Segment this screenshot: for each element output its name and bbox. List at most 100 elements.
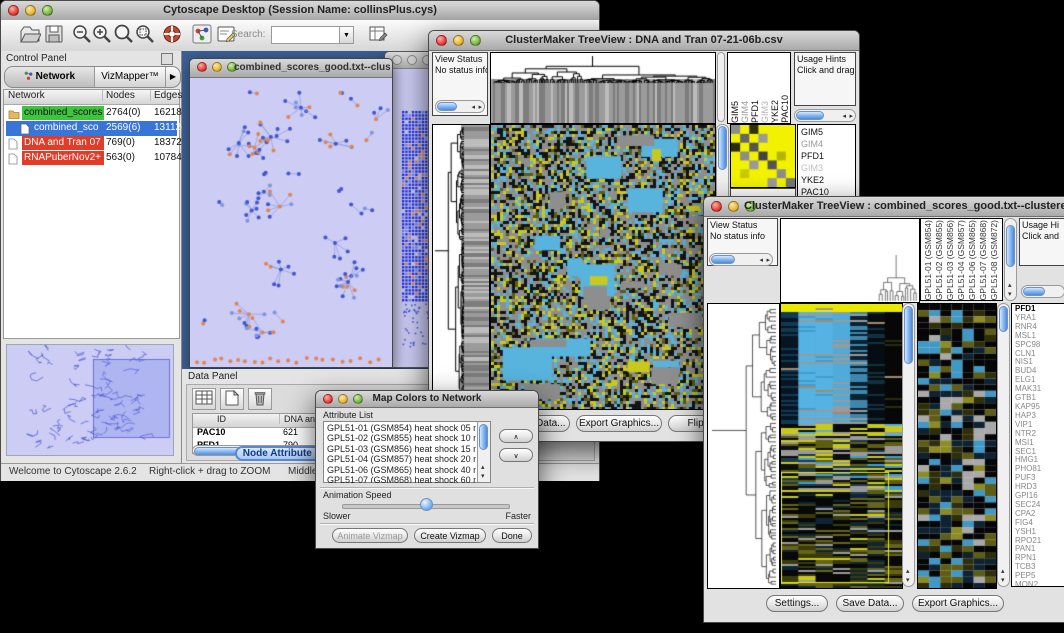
column-label[interactable]: GIM3 [760, 101, 770, 123]
col-nodes[interactable]: Nodes [102, 90, 135, 101]
attribute-item[interactable]: GPL51-02 (GSM855) heat shock 10 min [325, 433, 476, 443]
open-file-button[interactable] [13, 22, 39, 48]
column-label[interactable]: GPL51-07 (GSM868) [978, 220, 989, 300]
gene-label[interactable]: MON2 [1015, 581, 1064, 587]
scrollbar-thumb[interactable] [904, 306, 913, 364]
usage-hints-h-scrollbar[interactable]: ◂ ▸ [794, 109, 856, 122]
column-label[interactable]: GPL51-03 (GSM856) [945, 220, 956, 300]
scroll-down-icon[interactable]: ▾ [1001, 577, 1005, 584]
select-attributes-button[interactable] [192, 388, 216, 410]
save-button[interactable] [37, 22, 63, 48]
treeview-combined-titlebar[interactable]: ClusterMaker TreeView : combined_scores_… [704, 197, 1064, 217]
move-down-button[interactable]: ∨ [499, 448, 533, 462]
heatmap-v-scrollbar[interactable]: ▴ ▾ [902, 303, 915, 587]
row-dendrogram-canvas[interactable] [432, 124, 490, 410]
attribute-item[interactable]: GPL51-07 (GSM868) heat shock 60 min [325, 475, 476, 483]
delete-attribute-button[interactable] [248, 388, 272, 410]
column-label[interactable]: PAC10 [780, 95, 790, 123]
minimize-button[interactable] [407, 55, 417, 65]
zoom-v-scrollbar[interactable]: ▴ ▾ [997, 303, 1010, 587]
gene-label[interactable]: GIM4 [801, 138, 855, 150]
gene-label[interactable]: GIM3 [801, 162, 855, 174]
usage-hints-h-scrollbar[interactable] [1021, 285, 1064, 298]
move-up-button[interactable]: ∧ [499, 429, 533, 443]
network-row-selected[interactable]: combined_sco 2569(6) 13112(15) [6, 121, 177, 136]
scroll-right-icon[interactable]: ▸ [478, 104, 482, 111]
main-titlebar[interactable]: Cytoscape Desktop (Session Name: collins… [1, 1, 599, 21]
minimize-button[interactable] [212, 62, 222, 72]
create-vizmap-button[interactable]: Create Vizmap [414, 528, 486, 543]
attribute-item[interactable]: GPL51-04 (GSM857) heat shock 20 min [325, 454, 476, 464]
network-row[interactable]: combined_scores 2764(0) 16218(0) [6, 106, 177, 121]
col-id[interactable]: ID [217, 414, 226, 424]
scroll-up-icon[interactable]: ▴ [481, 464, 485, 471]
col-network[interactable]: Network [8, 90, 45, 101]
settings-button[interactable]: Settings... [766, 595, 828, 612]
column-dendrogram-canvas[interactable] [490, 52, 716, 124]
column-label[interactable]: GIM5 [730, 101, 740, 123]
animate-vizmap-button[interactable]: Animate Vizmap [332, 528, 408, 543]
gene-label[interactable]: GIM5 [801, 126, 855, 138]
birdseye-view[interactable] [6, 344, 174, 456]
labels-v-scrollbar[interactable]: ▴ ▾ [1004, 218, 1017, 301]
network-graph-canvas[interactable] [191, 78, 391, 366]
zoom-heatmap-canvas[interactable] [730, 124, 796, 188]
heatmap-canvas[interactable] [490, 124, 716, 410]
dendrogram-v-scrollbar[interactable] [717, 52, 725, 122]
heatmap-canvas[interactable] [780, 303, 903, 589]
network-view-titlebar[interactable]: combined_scores_good.txt--cluste... [190, 59, 392, 78]
gene-label[interactable]: PFD1 [801, 150, 855, 162]
save-data-button[interactable]: Save Data... [836, 595, 904, 612]
network-row[interactable]: RNAPuberNov2+ 563(0) 107847(0) [6, 151, 177, 166]
help-button[interactable] [155, 22, 181, 48]
export-graphics-button[interactable]: Export Graphics... [912, 595, 1004, 612]
column-label[interactable]: GPL51-04 (GSM857) [956, 220, 967, 300]
scroll-left-icon[interactable]: ◂ [471, 104, 475, 111]
export-graphics-button[interactable]: Export Graphics... [576, 415, 662, 432]
search-dropdown-button[interactable]: ▼ [339, 26, 354, 44]
treeview-dna-titlebar[interactable]: ClusterMaker TreeView : DNA and Tran 07-… [429, 31, 859, 51]
column-label[interactable]: GPL51-08 (GSM872) [989, 220, 1000, 300]
scroll-right-icon[interactable]: ▸ [849, 113, 853, 120]
column-label[interactable]: PFD1 [750, 100, 760, 123]
search-input[interactable] [271, 26, 343, 44]
column-dendrogram-canvas[interactable] [780, 218, 920, 303]
column-label[interactable]: GPL51-02 (GSM855) [934, 220, 945, 300]
scroll-up-icon[interactable]: ▴ [906, 568, 910, 575]
scroll-right-icon[interactable]: ▸ [766, 257, 770, 264]
float-panel-icon[interactable] [161, 53, 173, 65]
network-row[interactable]: DNA and Tran 07 769(0) 183728(0) [6, 136, 177, 151]
column-label[interactable]: GPL51-06 (GSM865) [967, 220, 978, 300]
done-button[interactable]: Done [492, 528, 532, 543]
close-button[interactable] [392, 55, 402, 65]
close-button[interactable] [197, 62, 207, 72]
gene-label[interactable]: YKE2 [801, 174, 855, 186]
zoom-heatmap-canvas[interactable] [917, 303, 997, 589]
column-label[interactable]: YKE2 [770, 100, 780, 123]
attribute-list-scrollbar[interactable]: ▴ ▾ [477, 422, 490, 482]
plugin-manager-button[interactable] [185, 22, 211, 48]
scrollbar-thumb[interactable] [711, 255, 735, 264]
scrollbar-thumb[interactable] [796, 111, 824, 120]
scrollbar-thumb[interactable] [479, 424, 488, 450]
zoom-selected-button[interactable] [128, 22, 154, 48]
view-status-h-scrollbar[interactable]: ◂ ▸ [435, 100, 485, 113]
speed-slider-thumb[interactable] [420, 498, 433, 511]
scrollbar-thumb[interactable] [1023, 287, 1045, 296]
scroll-up-icon[interactable]: ▴ [1008, 282, 1012, 289]
attribute-item[interactable]: GPL51-06 (GSM865) heat shock 40 min [325, 465, 476, 475]
tab-network[interactable]: Network [5, 67, 95, 87]
new-attribute-button[interactable] [220, 388, 244, 410]
scroll-down-icon[interactable]: ▾ [906, 577, 910, 584]
scroll-left-icon[interactable]: ◂ [842, 113, 846, 120]
close-button[interactable] [711, 201, 722, 212]
col-edges[interactable]: Edges [150, 90, 182, 101]
scrollbar-thumb[interactable] [999, 306, 1008, 332]
attribute-item[interactable]: GPL51-01 (GSM854) heat shock 05 min [325, 423, 476, 433]
scroll-down-icon[interactable]: ▾ [1008, 291, 1012, 298]
scrollbar-thumb[interactable] [1006, 225, 1015, 267]
column-label[interactable]: GIM4 [740, 101, 750, 123]
scroll-left-icon[interactable]: ◂ [759, 257, 763, 264]
dialog-titlebar[interactable]: Map Colors to Network [316, 391, 538, 408]
network-view-window[interactable]: combined_scores_good.txt--cluste... [189, 58, 393, 368]
